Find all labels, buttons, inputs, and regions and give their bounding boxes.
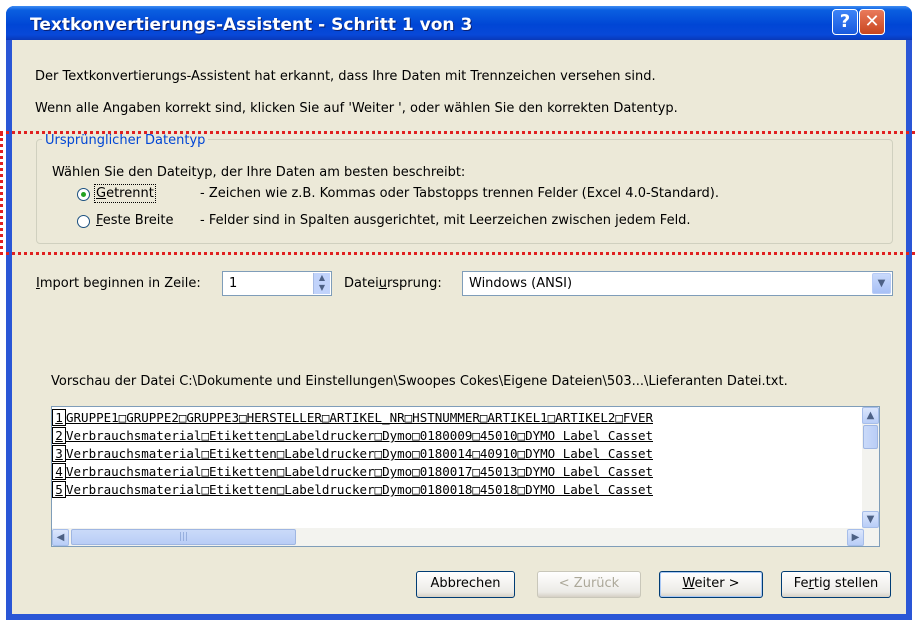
datatype-prompt: Wählen Sie den Dateityp, der Ihre Daten … xyxy=(52,165,466,180)
origin-label: Dateiursprung: xyxy=(344,276,442,291)
start-row-spinner[interactable]: 1 ▲ ▼ xyxy=(222,271,332,296)
preview-row-text: GRUPPE1□GRUPPE2□GRUPPE3□HERSTELLER□ARTIK… xyxy=(66,410,653,425)
preview-row-number: 1 xyxy=(52,409,66,426)
close-button[interactable]: ✕ xyxy=(859,9,885,35)
radio-feste-breite-description: - Felder sind in Spalten ausgerichtet, m… xyxy=(200,213,691,228)
preview-row: 4 Verbrauchsmaterial□Etiketten□Labeldruck… xyxy=(52,463,861,481)
spin-down-icon[interactable]: ▼ xyxy=(319,283,325,292)
vertical-scroll-thumb[interactable] xyxy=(863,425,878,449)
radio-getrennt-description: - Zeichen wie z.B. Kommas oder Tabstopps… xyxy=(200,186,720,201)
scroll-right-icon[interactable]: ▶ xyxy=(847,529,864,546)
preview-row: 2 Verbrauchsmaterial□Etiketten□Labeldruck… xyxy=(52,427,861,445)
radio-feste-breite[interactable] xyxy=(77,215,90,228)
spin-buttons[interactable]: ▲ ▼ xyxy=(313,273,330,294)
radio-selected-dot xyxy=(81,192,86,197)
scroll-left-icon[interactable]: ◀ xyxy=(52,529,69,546)
chevron-down-icon[interactable]: ▼ xyxy=(872,273,891,294)
preview-row-text: Verbrauchsmaterial□Etiketten□Labeldrucke… xyxy=(66,482,653,497)
scroll-down-icon[interactable]: ▼ xyxy=(862,511,879,528)
file-preview[interactable]: 1 GRUPPE1□GRUPPE2□GRUPPE3□HERSTELLER□ARTI… xyxy=(51,406,880,547)
preview-row: 5 Verbrauchsmaterial□Etiketten□Labeldruck… xyxy=(52,481,861,499)
next-mnemonic: W xyxy=(682,576,695,591)
preview-row-number: 5 xyxy=(52,481,66,498)
origin-dropdown[interactable]: Windows (ANSI) ▼ xyxy=(462,271,893,296)
radio-getrennt[interactable] xyxy=(77,188,90,201)
getrennt-mnemonic: G xyxy=(96,186,107,201)
finish-button[interactable]: Fertig stellen xyxy=(781,571,891,598)
preview-row-number: 3 xyxy=(52,445,66,462)
window-title: Textkonvertierungs-Assistent - Schritt 1… xyxy=(30,15,473,35)
finish-label-part2: tig stellen xyxy=(813,576,879,591)
preview-row-text: Verbrauchsmaterial□Etiketten□Labeldrucke… xyxy=(66,446,653,461)
datatype-group-label: Ursprünglicher Datentyp xyxy=(42,133,209,148)
preview-row: 3 Verbrauchsmaterial□Etiketten□Labeldruck… xyxy=(52,445,861,463)
scroll-up-icon[interactable]: ▲ xyxy=(862,407,879,424)
feste-mnemonic: F xyxy=(96,213,103,228)
back-button[interactable]: < Zurück xyxy=(537,571,641,598)
preview-row-number: 2 xyxy=(52,427,66,444)
radio-feste-breite-label[interactable]: Feste Breite xyxy=(96,213,173,228)
intro-line-1: Der Textkonvertierungs-Assistent hat erk… xyxy=(35,69,656,84)
annotation-dotted-line-left xyxy=(0,133,3,255)
horizontal-scroll-thumb[interactable]: ||| xyxy=(71,529,296,545)
origin-label-part1: Datei xyxy=(344,276,379,291)
radio-getrennt-label[interactable]: Getrennt xyxy=(94,184,156,203)
intro-line-2: Wenn alle Angaben korrekt sind, klicken … xyxy=(35,101,678,116)
start-row-value: 1 xyxy=(229,276,238,291)
finish-label-part1: Fe xyxy=(793,576,809,591)
preview-row-number: 4 xyxy=(52,463,66,480)
start-row-label: Import beginnen in Zeile: xyxy=(36,276,201,291)
feste-label-rest: este Breite xyxy=(102,213,174,228)
origin-mnemonic: u xyxy=(378,276,387,291)
preview-horizontal-scrollbar[interactable]: ◀ ||| ▶ xyxy=(52,528,879,546)
next-label-rest: eiter > xyxy=(694,576,740,591)
preview-label: Vorschau der Datei C:\Dokumente und Eins… xyxy=(51,374,788,389)
preview-row: 1 GRUPPE1□GRUPPE2□GRUPPE3□HERSTELLER□ARTI… xyxy=(52,409,861,427)
getrennt-label-rest: etrennt xyxy=(106,186,154,201)
preview-vertical-scrollbar[interactable]: ▲ ▼ xyxy=(862,407,879,528)
origin-value: Windows (ANSI) xyxy=(469,276,573,291)
start-row-label-rest: mport beginnen in Zeile: xyxy=(39,276,201,291)
spin-up-icon[interactable]: ▲ xyxy=(319,273,325,282)
origin-label-part2: rsprung: xyxy=(386,276,442,291)
preview-row-text: Verbrauchsmaterial□Etiketten□Labeldrucke… xyxy=(66,428,653,443)
next-button[interactable]: Weiter > xyxy=(659,571,763,598)
annotation-dotted-line-top xyxy=(0,131,915,134)
cancel-button[interactable]: Abbrechen xyxy=(416,571,515,598)
annotation-dotted-line-bottom xyxy=(0,252,915,255)
preview-row-text: Verbrauchsmaterial□Etiketten□Labeldrucke… xyxy=(66,464,653,479)
help-button[interactable]: ? xyxy=(832,9,858,35)
